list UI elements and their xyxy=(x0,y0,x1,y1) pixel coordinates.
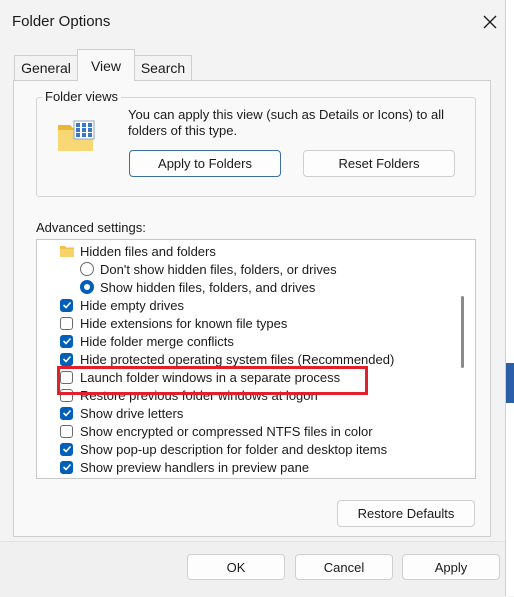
list-item-label: Show preview handlers in preview pane xyxy=(80,459,310,475)
checkbox[interactable] xyxy=(60,334,73,348)
reset-folders-button[interactable]: Reset Folders xyxy=(303,150,455,177)
list-item-hide-extensions[interactable]: Hide extensions for known file types xyxy=(60,314,287,332)
apply-button[interactable]: Apply xyxy=(402,554,500,580)
checkbox[interactable] xyxy=(60,442,73,456)
list-item-label: Hide empty drives xyxy=(80,297,185,313)
list-item-label: Show drive letters xyxy=(80,405,184,421)
checkmark-icon xyxy=(62,355,71,363)
folder-views-description: You can apply this view (such as Details… xyxy=(128,107,445,138)
folder-options-dialog: Folder Options General Search View Folde… xyxy=(0,0,506,597)
window-title: Folder Options xyxy=(12,13,111,30)
list-item-hide-empty-drives[interactable]: Hide empty drives xyxy=(60,296,184,314)
list-item-show-hidden[interactable]: Show hidden files, folders, and drives xyxy=(80,278,315,296)
apply-to-folders-button[interactable]: Apply to Folders xyxy=(129,150,281,177)
list-item-label: Hide extensions for known file types xyxy=(80,315,288,331)
background-accent-strip xyxy=(506,363,514,403)
list-item-label: Hide protected operating system files (R… xyxy=(80,351,395,367)
folder-views-legend: Folder views xyxy=(42,89,121,104)
background-window-edge xyxy=(506,0,514,596)
checkmark-icon xyxy=(62,409,71,417)
list-item-label: Don't show hidden files, folders, or dri… xyxy=(100,261,337,277)
checkmark-icon xyxy=(62,301,71,309)
cancel-button[interactable]: Cancel xyxy=(295,554,393,580)
checkmark-icon xyxy=(62,337,71,345)
close-button[interactable] xyxy=(478,10,502,34)
close-icon xyxy=(483,15,497,29)
checkbox[interactable] xyxy=(60,460,73,474)
tab-general[interactable]: General xyxy=(14,55,78,80)
tab-view[interactable]: View xyxy=(77,49,135,81)
list-item-partial[interactable] xyxy=(60,476,80,480)
checkmark-icon xyxy=(62,463,71,471)
checkbox[interactable] xyxy=(60,388,73,402)
ok-button[interactable]: OK xyxy=(187,554,285,580)
list-item-show-preview-handlers[interactable]: Show preview handlers in preview pane xyxy=(60,458,309,476)
list-item-label: Launch folder windows in a separate proc… xyxy=(80,369,341,385)
checkbox[interactable] xyxy=(60,424,73,438)
radio-button[interactable] xyxy=(80,262,94,276)
checkbox[interactable] xyxy=(60,406,73,420)
list-item-show-encrypted-color[interactable]: Show encrypted or compressed NTFS files … xyxy=(60,422,373,440)
list-item-show-drive-letters[interactable]: Show drive letters xyxy=(60,404,183,422)
checkbox[interactable] xyxy=(60,479,73,480)
list-item-hide-protected-files[interactable]: Hide protected operating system files (R… xyxy=(60,350,394,368)
list-item-label: Show encrypted or compressed NTFS files … xyxy=(80,423,373,439)
list-item-restore-previous-windows[interactable]: Restore previous folder windows at logon xyxy=(60,386,318,404)
list-item-show-popup-description[interactable]: Show pop-up description for folder and d… xyxy=(60,440,387,458)
list-scrollbar-thumb[interactable] xyxy=(461,296,464,368)
list-item-label: Hidden files and folders xyxy=(80,243,216,259)
advanced-settings-label: Advanced settings: xyxy=(36,220,146,235)
advanced-settings-list[interactable]: Hidden files and folders Don't show hidd… xyxy=(36,239,476,479)
list-item-label: Hide folder merge conflicts xyxy=(80,333,234,349)
list-item-hide-merge-conflicts[interactable]: Hide folder merge conflicts xyxy=(60,332,234,350)
checkmark-icon xyxy=(62,445,71,453)
tab-search[interactable]: Search xyxy=(134,55,192,80)
list-item-label: Show pop-up description for folder and d… xyxy=(80,441,388,457)
checkbox[interactable] xyxy=(60,316,73,330)
list-item-label: Restore previous folder windows at logon xyxy=(80,387,318,403)
list-item-launch-separate-process[interactable]: Launch folder windows in a separate proc… xyxy=(60,368,340,386)
list-item-dont-show-hidden[interactable]: Don't show hidden files, folders, or dri… xyxy=(80,260,337,278)
checkbox[interactable] xyxy=(60,298,73,312)
restore-defaults-button[interactable]: Restore Defaults xyxy=(337,500,475,527)
checkbox[interactable] xyxy=(60,352,73,366)
list-item-hidden-files-folder: Hidden files and folders xyxy=(60,242,216,260)
folder-view-icon xyxy=(58,120,95,151)
radio-button[interactable] xyxy=(80,280,94,294)
folder-icon xyxy=(60,246,74,257)
list-item-label: Show hidden files, folders, and drives xyxy=(100,279,316,295)
checkbox[interactable] xyxy=(60,370,73,384)
